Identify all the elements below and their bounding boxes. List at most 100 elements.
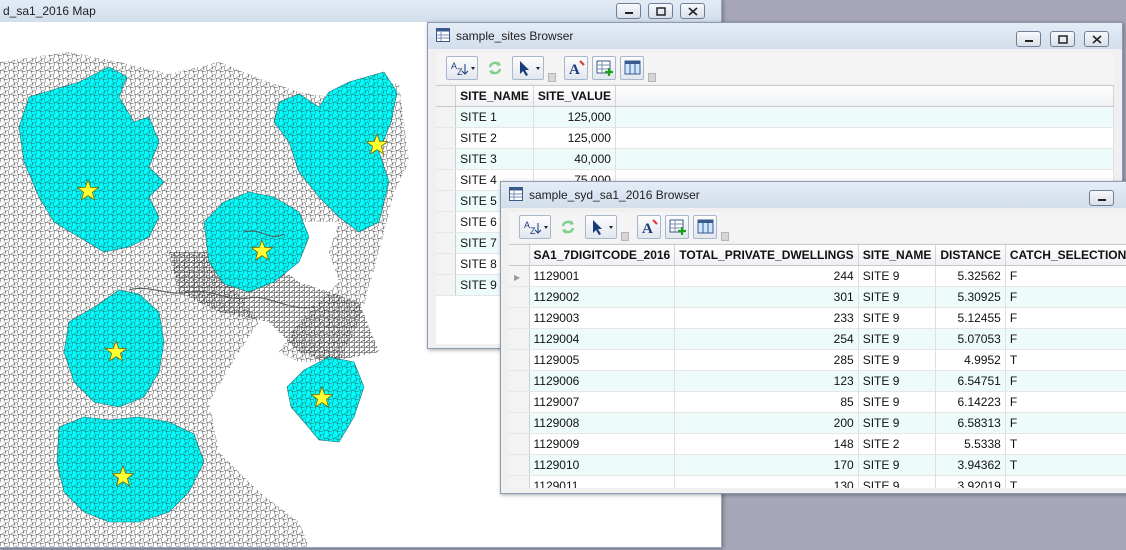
row-header[interactable] (509, 370, 530, 392)
cell-dwellings[interactable]: 148 (674, 433, 859, 455)
cell-dwellings[interactable]: 170 (674, 454, 859, 476)
row-header[interactable] (436, 211, 457, 233)
table-row[interactable]: 1129011 130 SITE 9 3.92019 T (509, 475, 1126, 488)
table-row[interactable]: SITE 2 125,000 (436, 127, 1114, 149)
cell-site-name[interactable]: SITE 9 (858, 412, 937, 434)
cell-site-name[interactable]: SITE 1 (455, 106, 534, 128)
cell-catch-selection[interactable]: F (1005, 286, 1126, 308)
cell-catch-selection[interactable]: F (1005, 307, 1126, 329)
cell-dwellings[interactable]: 233 (674, 307, 859, 329)
toolbar-grip[interactable] (621, 232, 629, 241)
table-row[interactable]: 1129009 148 SITE 2 5.5338 T (509, 433, 1126, 455)
cell-catch-selection[interactable]: T (1005, 454, 1126, 476)
row-header[interactable] (436, 232, 457, 254)
cell-dwellings[interactable]: 244 (674, 265, 859, 287)
sites-browser-titlebar[interactable]: sample_sites Browser (428, 23, 1122, 49)
table-row[interactable]: 1129002 301 SITE 9 5.30925 F (509, 286, 1126, 308)
row-header[interactable] (436, 148, 457, 170)
columns-button[interactable] (693, 215, 717, 239)
cell-site-name[interactable]: SITE 3 (455, 148, 534, 170)
select-tool-button[interactable] (585, 215, 617, 239)
row-header[interactable] (509, 328, 530, 350)
table-row[interactable]: 1129004 254 SITE 9 5.07053 F (509, 328, 1126, 350)
cell-dwellings[interactable]: 285 (674, 349, 859, 371)
add-column-button[interactable] (592, 56, 616, 80)
table-row[interactable]: 1129008 200 SITE 9 6.58313 F (509, 412, 1126, 434)
sort-dropdown-button[interactable]: AZ (446, 56, 478, 80)
cell-dwellings[interactable]: 200 (674, 412, 859, 434)
cell-dwellings[interactable]: 301 (674, 286, 859, 308)
cell-site-value[interactable]: 125,000 (533, 127, 616, 149)
toolbar-grip[interactable] (648, 73, 656, 82)
minimize-button[interactable] (1016, 31, 1041, 47)
row-header[interactable] (436, 274, 457, 296)
cell-sa1-code[interactable]: 1129008 (529, 412, 676, 434)
cell-catch-selection[interactable]: F (1005, 328, 1126, 350)
row-header[interactable]: ▶ (509, 265, 530, 287)
cell-catch-selection[interactable]: F (1005, 391, 1126, 413)
maximize-button[interactable] (648, 3, 673, 19)
cell-site-name[interactable]: SITE 9 (858, 328, 937, 350)
cell-distance[interactable]: 5.5338 (935, 433, 1006, 455)
table-row[interactable]: 1129010 170 SITE 9 3.94362 T (509, 454, 1126, 476)
cell-site-name[interactable]: SITE 2 (858, 433, 937, 455)
cell-site-name[interactable]: SITE 9 (858, 286, 937, 308)
column-header-sa1-code[interactable]: SA1_7DIGITCODE_2016 (529, 245, 676, 266)
row-header[interactable] (436, 169, 457, 191)
add-column-button[interactable] (665, 215, 689, 239)
close-button[interactable] (1084, 31, 1109, 47)
refresh-button[interactable] (482, 56, 506, 80)
cell-dwellings[interactable]: 254 (674, 328, 859, 350)
toolbar-grip[interactable] (721, 232, 729, 241)
row-header[interactable] (509, 433, 530, 455)
table-row[interactable]: SITE 3 40,000 (436, 148, 1114, 170)
cell-distance[interactable]: 6.54751 (935, 370, 1006, 392)
cell-site-name[interactable]: SITE 9 (858, 349, 937, 371)
minimize-button[interactable] (616, 3, 641, 19)
cell-site-name[interactable]: SITE 9 (858, 391, 937, 413)
font-button[interactable]: A (564, 56, 588, 80)
cell-distance[interactable]: 5.12455 (935, 307, 1006, 329)
map-titlebar[interactable]: d_sa1_2016 Map (0, 0, 721, 22)
row-header[interactable] (509, 391, 530, 413)
cell-catch-selection[interactable]: T (1005, 475, 1126, 488)
column-header-distance[interactable]: DISTANCE (935, 245, 1006, 266)
table-row[interactable]: 1129005 285 SITE 9 4.9952 T (509, 349, 1126, 371)
row-header[interactable] (509, 454, 530, 476)
cell-catch-selection[interactable]: F (1005, 265, 1126, 287)
cell-sa1-code[interactable]: 1129005 (529, 349, 676, 371)
table-row[interactable]: 1129003 233 SITE 9 5.12455 F (509, 307, 1126, 329)
cell-site-value[interactable]: 125,000 (533, 106, 616, 128)
row-header[interactable] (509, 286, 530, 308)
row-header[interactable] (436, 106, 457, 128)
cell-site-name[interactable]: SITE 9 (858, 265, 937, 287)
cell-distance[interactable]: 6.14223 (935, 391, 1006, 413)
maximize-button[interactable] (1050, 31, 1075, 47)
cell-catch-selection[interactable]: T (1005, 349, 1126, 371)
row-header[interactable] (436, 127, 457, 149)
cell-distance[interactable]: 5.32562 (935, 265, 1006, 287)
syd-grid[interactable]: SA1_7DIGITCODE_2016 TOTAL_PRIVATE_DWELLI… (509, 244, 1126, 488)
cell-site-name[interactable]: SITE 9 (858, 454, 937, 476)
table-row[interactable]: ▶ 1129001 244 SITE 9 5.32562 F (509, 265, 1126, 287)
row-header[interactable] (509, 307, 530, 329)
row-header[interactable] (509, 412, 530, 434)
columns-button[interactable] (620, 56, 644, 80)
cell-distance[interactable]: 3.94362 (935, 454, 1006, 476)
select-tool-button[interactable] (512, 56, 544, 80)
column-header-site-name[interactable]: SITE_NAME (455, 86, 534, 107)
row-header[interactable] (509, 475, 530, 488)
cell-dwellings[interactable]: 123 (674, 370, 859, 392)
cell-site-name[interactable]: SITE 9 (858, 307, 937, 329)
font-button[interactable]: A (637, 215, 661, 239)
cell-dwellings[interactable]: 130 (674, 475, 859, 488)
cell-sa1-code[interactable]: 1129001 (529, 265, 676, 287)
cell-sa1-code[interactable]: 1129007 (529, 391, 676, 413)
column-header-site-value[interactable]: SITE_VALUE (533, 86, 616, 107)
cell-sa1-code[interactable]: 1129010 (529, 454, 676, 476)
column-header-dwellings[interactable]: TOTAL_PRIVATE_DWELLINGS (674, 245, 859, 266)
cell-distance[interactable]: 4.9952 (935, 349, 1006, 371)
cell-catch-selection[interactable]: F (1005, 370, 1126, 392)
cell-sa1-code[interactable]: 1129004 (529, 328, 676, 350)
row-header[interactable] (436, 253, 457, 275)
